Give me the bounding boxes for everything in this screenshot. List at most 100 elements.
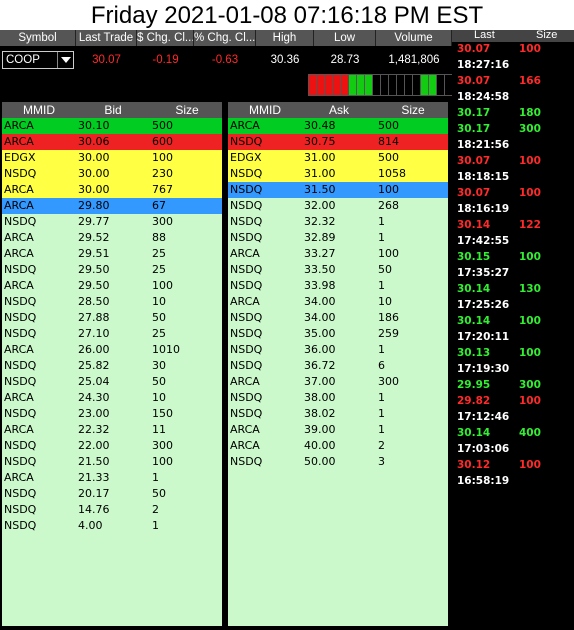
ask-row[interactable]: EDGX 31.00 500 (228, 150, 448, 166)
trade-time-row: 18:24:58 (452, 90, 574, 105)
dollar-change-value: -0.19 (152, 54, 179, 66)
ask-row[interactable]: NSDQ 32.00 268 (228, 198, 448, 214)
ask-row[interactable]: ARCA 33.27 100 (228, 246, 448, 262)
ask-row[interactable]: NSDQ 33.50 50 (228, 262, 448, 278)
bid-row[interactable]: ARCA 21.33 1 (2, 470, 222, 486)
mmid-cell: NSDQ (4, 487, 37, 500)
trade-time: 18:16:19 (457, 203, 510, 215)
trade-size: 100 (519, 251, 541, 263)
price-cell: 4.00 (78, 519, 103, 532)
price-cell: 30.00 (78, 167, 110, 180)
ask-row[interactable]: NSDQ 38.00 1 (228, 390, 448, 406)
ask-row[interactable]: NSDQ 31.00 1058 (228, 166, 448, 182)
trade-size: 100 (519, 187, 541, 199)
ask-row[interactable]: NSDQ 50.00 3 (228, 454, 448, 470)
column-header-volume[interactable]: Volume (376, 30, 452, 46)
symbol-dropdown[interactable]: COOP (2, 51, 74, 69)
column-header-size[interactable]: Size (150, 102, 224, 118)
bid-row[interactable]: NSDQ 25.82 30 (2, 358, 222, 374)
column-header-last-trade[interactable]: Last Trade (76, 30, 137, 46)
bid-row[interactable]: NSDQ 27.88 50 (2, 310, 222, 326)
trade-time-row: 18:27:16 (452, 58, 574, 73)
bid-row[interactable]: NSDQ 20.17 50 (2, 486, 222, 502)
bid-row[interactable]: NSDQ 23.00 150 (2, 406, 222, 422)
trade-time: 17:03:06 (457, 443, 510, 455)
price-cell: 14.76 (78, 503, 110, 516)
bid-row[interactable]: ARCA 26.00 1010 (2, 342, 222, 358)
ask-row[interactable]: ARCA 34.00 10 (228, 294, 448, 310)
bid-row[interactable]: NSDQ 28.50 10 (2, 294, 222, 310)
bid-row[interactable]: NSDQ 25.04 50 (2, 374, 222, 390)
ask-row[interactable]: ARCA 40.00 2 (228, 438, 448, 454)
bid-row[interactable]: ARCA 29.52 88 (2, 230, 222, 246)
size-cell: 1 (378, 231, 385, 244)
bid-row[interactable]: NSDQ 14.76 2 (2, 502, 222, 518)
bid-row[interactable]: NSDQ 21.50 100 (2, 454, 222, 470)
column-header-low[interactable]: Low (314, 30, 376, 46)
price-cell: 38.02 (304, 407, 336, 420)
column-header-last[interactable]: Last (474, 28, 495, 42)
chevron-down-icon[interactable] (57, 52, 73, 68)
mmid-cell: NSDQ (4, 327, 37, 340)
bid-row[interactable]: ARCA 30.06 600 (2, 134, 222, 150)
column-header-size[interactable]: Size (376, 102, 450, 118)
ask-row[interactable]: NSDQ 30.75 814 (228, 134, 448, 150)
size-cell: 600 (152, 135, 173, 148)
bid-row[interactable]: NSDQ 29.77 300 (2, 214, 222, 230)
column-header-ask[interactable]: Ask (302, 102, 376, 118)
bid-row[interactable]: ARCA 30.00 767 (2, 182, 222, 198)
ask-row[interactable]: NSDQ 38.02 1 (228, 406, 448, 422)
size-cell: 2 (378, 439, 385, 452)
trade-time: 17:25:26 (457, 299, 510, 311)
trade-size: 180 (519, 107, 541, 119)
bid-row[interactable]: ARCA 30.10 500 (2, 118, 222, 134)
column-header-high[interactable]: High (256, 30, 314, 46)
column-header-mmid[interactable]: MMID (228, 102, 302, 118)
bid-row[interactable]: NSDQ 27.10 25 (2, 326, 222, 342)
bid-row[interactable]: NSDQ 30.00 230 (2, 166, 222, 182)
column-header-symbol[interactable]: Symbol (0, 30, 76, 46)
bid-row[interactable]: ARCA 24.30 10 (2, 390, 222, 406)
bid-row[interactable]: ARCA 29.80 67 (2, 198, 222, 214)
ask-row[interactable]: NSDQ 33.98 1 (228, 278, 448, 294)
ask-row[interactable]: NSDQ 35.00 259 (228, 326, 448, 342)
mmid-cell: ARCA (4, 183, 34, 196)
column-header-size[interactable]: Size (536, 28, 557, 42)
trade-time-row: 17:20:11 (452, 330, 574, 345)
bid-row[interactable]: NSDQ 29.50 25 (2, 262, 222, 278)
size-cell: 300 (152, 215, 173, 228)
mmid-cell: NSDQ (4, 407, 37, 420)
price-cell: 23.00 (78, 407, 110, 420)
mmid-cell: NSDQ (4, 167, 37, 180)
ask-row[interactable]: NSDQ 34.00 186 (228, 310, 448, 326)
bid-row[interactable]: NSDQ 4.00 1 (2, 518, 222, 534)
trade-row: 30.07 166 (452, 74, 574, 89)
time-and-sales-header: Last Size (452, 28, 574, 42)
ask-row[interactable]: NSDQ 36.00 1 (228, 342, 448, 358)
trade-price: 30.14 (457, 315, 491, 327)
column-header-percent-change[interactable]: % Chg. Cl... (194, 30, 256, 46)
bid-row[interactable]: EDGX 30.00 100 (2, 150, 222, 166)
ask-row[interactable]: NSDQ 32.89 1 (228, 230, 448, 246)
ask-row[interactable]: ARCA 37.00 300 (228, 374, 448, 390)
bid-row[interactable]: ARCA 29.50 100 (2, 278, 222, 294)
ask-row[interactable]: ARCA 30.48 500 (228, 118, 448, 134)
ask-row[interactable]: NSDQ 36.72 6 (228, 358, 448, 374)
ask-row[interactable]: ARCA 39.00 1 (228, 422, 448, 438)
ask-row[interactable]: NSDQ 32.32 1 (228, 214, 448, 230)
size-cell: 230 (152, 167, 173, 180)
size-cell: 10 (378, 295, 392, 308)
column-header-bid[interactable]: Bid (76, 102, 150, 118)
mmid-cell: ARCA (4, 135, 34, 148)
column-header-mmid[interactable]: MMID (2, 102, 76, 118)
bid-book-table: MMID Bid Size ARCA 30.10 500 ARCA 30.06 600 ED… (1, 101, 223, 627)
bid-row[interactable]: NSDQ 22.00 300 (2, 438, 222, 454)
size-cell: 50 (152, 311, 166, 324)
bid-row[interactable]: ARCA 22.32 11 (2, 422, 222, 438)
mmid-cell: ARCA (4, 279, 34, 292)
ask-book-table: MMID Ask Size ARCA 30.48 500 NSDQ 30.75 814 ED… (227, 101, 449, 627)
bid-row[interactable]: ARCA 29.51 25 (2, 246, 222, 262)
size-cell: 10 (152, 391, 166, 404)
column-header-dollar-change[interactable]: $ Chg. Cl... (137, 30, 194, 46)
ask-row[interactable]: NSDQ 31.50 100 (228, 182, 448, 198)
